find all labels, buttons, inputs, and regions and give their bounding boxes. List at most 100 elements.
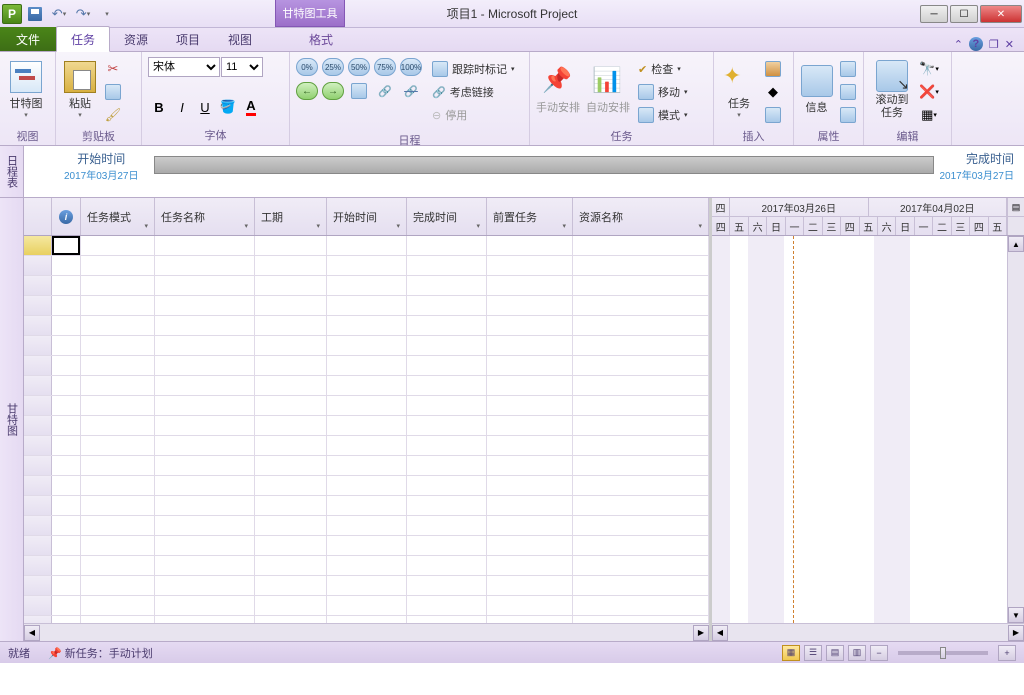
font-name-select[interactable]: 宋体 <box>148 57 220 77</box>
grid-cell[interactable] <box>407 236 487 255</box>
filter-caret-icon[interactable]: ▾ <box>313 220 323 232</box>
grid-cell[interactable] <box>52 276 81 295</box>
grid-cell[interactable] <box>327 296 407 315</box>
grid-cell[interactable] <box>81 256 155 275</box>
clear-button[interactable]: ❌▾ <box>918 81 940 103</box>
filter-caret-icon[interactable]: ▾ <box>473 220 483 232</box>
grid-cell[interactable] <box>487 256 573 275</box>
scroll-up-button[interactable]: ▲ <box>1008 236 1024 252</box>
mode-button[interactable]: 模式▾ <box>634 104 692 126</box>
grid-cell[interactable] <box>573 296 709 315</box>
grid-cell[interactable] <box>52 516 81 535</box>
grid-cell[interactable] <box>255 376 327 395</box>
grid-cell[interactable] <box>487 236 573 255</box>
pct-50-button[interactable]: 50% <box>348 58 370 76</box>
grid-cell[interactable] <box>327 536 407 555</box>
grid-cell[interactable] <box>573 376 709 395</box>
manual-schedule-button[interactable]: 📌 手动安排 <box>534 54 582 126</box>
grid-cell[interactable] <box>573 396 709 415</box>
info-button[interactable]: 信息 <box>798 54 835 126</box>
inspect-button[interactable]: ✔检查▾ <box>634 58 692 80</box>
table-row[interactable] <box>24 476 709 496</box>
grid-cell[interactable] <box>155 296 255 315</box>
grid-cell[interactable] <box>81 356 155 375</box>
grid-cell[interactable] <box>52 556 81 575</box>
minimize-button[interactable]: ─ <box>920 5 948 23</box>
grid-cell[interactable] <box>81 476 155 495</box>
grid-cell[interactable] <box>255 276 327 295</box>
grid-cell[interactable] <box>52 256 81 275</box>
grid-cell[interactable] <box>487 436 573 455</box>
table-row[interactable] <box>24 376 709 396</box>
redo-button[interactable]: ↷▾ <box>72 3 94 25</box>
grid-cell[interactable] <box>52 416 81 435</box>
grid-cell[interactable] <box>487 296 573 315</box>
zoom-out-button[interactable]: − <box>870 645 888 661</box>
grid-cell[interactable] <box>573 516 709 535</box>
grid-cell[interactable] <box>81 236 155 255</box>
grid-cell[interactable] <box>407 456 487 475</box>
tab-view[interactable]: 视图 <box>214 27 266 51</box>
grid-cell[interactable] <box>155 476 255 495</box>
grid-cell[interactable] <box>573 316 709 335</box>
tab-format[interactable]: 格式 <box>296 27 346 51</box>
add-column-button[interactable]: ▤ <box>1007 198 1024 216</box>
row-header[interactable] <box>24 556 52 575</box>
grid-cell[interactable] <box>255 476 327 495</box>
italic-button[interactable]: I <box>171 96 193 118</box>
grid-cell[interactable] <box>407 336 487 355</box>
row-header[interactable] <box>24 416 52 435</box>
grid-cell[interactable] <box>255 396 327 415</box>
grid-cell[interactable] <box>487 376 573 395</box>
grid-h-scrollbar[interactable]: ◀ ▶ <box>24 623 709 641</box>
gantt-h-scrollbar[interactable]: ◀ ▶ <box>712 623 1024 641</box>
row-header[interactable] <box>24 536 52 555</box>
save-button[interactable] <box>24 3 46 25</box>
grid-cell[interactable] <box>327 256 407 275</box>
table-row[interactable] <box>24 276 709 296</box>
unlink-tasks-button[interactable]: 🔗 <box>400 80 422 102</box>
grid-cell[interactable] <box>52 296 81 315</box>
grid-cell[interactable] <box>52 356 81 375</box>
timeline-tab[interactable]: 日程表 <box>0 146 24 197</box>
grid-cell[interactable] <box>52 536 81 555</box>
table-row[interactable] <box>24 316 709 336</box>
grid-cell[interactable] <box>487 316 573 335</box>
grid-cell[interactable] <box>487 516 573 535</box>
maximize-button[interactable]: ☐ <box>950 5 978 23</box>
grid-cell[interactable] <box>81 456 155 475</box>
grid-cell[interactable] <box>52 496 81 515</box>
grid-cell[interactable] <box>155 536 255 555</box>
grid-cell[interactable] <box>407 356 487 375</box>
grid-cell[interactable] <box>327 236 407 255</box>
grid-cell[interactable] <box>155 516 255 535</box>
table-row[interactable] <box>24 296 709 316</box>
table-row[interactable] <box>24 416 709 436</box>
grid-cell[interactable] <box>155 376 255 395</box>
grid-cell[interactable] <box>327 356 407 375</box>
col-task-mode[interactable]: 任务模式▾ <box>81 198 155 235</box>
row-header[interactable] <box>24 336 52 355</box>
row-header[interactable] <box>24 396 52 415</box>
grid-cell[interactable] <box>81 556 155 575</box>
grid-cell[interactable] <box>52 476 81 495</box>
auto-schedule-button[interactable]: 📊 自动安排 <box>584 54 632 126</box>
grid-cell[interactable] <box>81 336 155 355</box>
grid-cell[interactable] <box>327 556 407 575</box>
grid-cell[interactable] <box>52 336 81 355</box>
grid-cell[interactable] <box>255 436 327 455</box>
grid-cell[interactable] <box>52 436 81 455</box>
grid-cell[interactable] <box>573 576 709 595</box>
view-team-button[interactable]: ▤ <box>826 645 844 661</box>
grid-cell[interactable] <box>255 416 327 435</box>
font-color-button[interactable]: A <box>240 96 262 118</box>
grid-cell[interactable] <box>81 376 155 395</box>
grid-cell[interactable] <box>327 616 407 623</box>
grid-cell[interactable] <box>407 616 487 623</box>
grid-cell[interactable] <box>81 616 155 623</box>
grid-cell[interactable] <box>155 616 255 623</box>
grid-cell[interactable] <box>573 336 709 355</box>
grid-cell[interactable] <box>327 516 407 535</box>
timeline-bar[interactable] <box>154 156 934 174</box>
undo-button[interactable]: ↶▾ <box>48 3 70 25</box>
